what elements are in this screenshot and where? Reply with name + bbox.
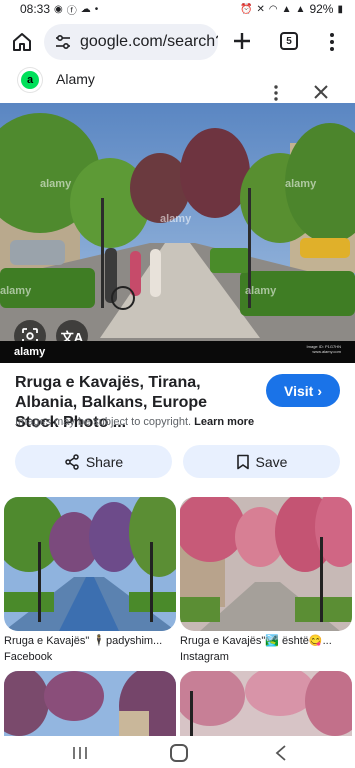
image-brand: alamy — [14, 346, 46, 358]
source-name[interactable]: Alamy — [56, 71, 95, 87]
watermark: alamy — [0, 285, 32, 297]
save-button[interactable]: Save — [183, 445, 340, 478]
overflow-menu-icon[interactable] — [324, 30, 340, 54]
home-icon[interactable] — [10, 30, 34, 54]
related-thumbnail[interactable] — [180, 497, 352, 631]
status-time: 08:33 — [20, 2, 51, 16]
source-header: a Alamy — [0, 64, 355, 101]
alamy-logo: a — [18, 68, 42, 92]
share-icon — [65, 453, 79, 470]
related-photo — [180, 497, 352, 631]
copyright-text: Images may be subject to copyright. — [15, 416, 192, 428]
image-site: www.alamy.com — [312, 349, 341, 354]
image-id-block: Image ID: P1G7HN www.alamy.com — [307, 344, 341, 354]
notification-dot-icon: • — [94, 3, 99, 15]
main-image[interactable]: alamy alamy alamy alamy alamy 文A alamy I… — [0, 103, 355, 363]
site-settings-icon[interactable] — [54, 33, 72, 51]
signal-2-icon: ▲ — [295, 3, 306, 15]
close-icon[interactable] — [312, 83, 330, 101]
image-footer-strip — [0, 341, 355, 363]
facebook-icon: ⓕ — [66, 5, 77, 17]
share-label: Share — [85, 453, 124, 470]
tab-switcher-button[interactable]: 5 — [280, 32, 298, 50]
battery-text: 92% — [309, 2, 334, 16]
home-button[interactable] — [170, 744, 188, 762]
visit-label: Visit — [284, 382, 314, 399]
browser-toolbar: google.com/search? 5 — [0, 22, 355, 62]
signal-icon: ▲ — [281, 3, 292, 15]
related-source: Instagram — [180, 651, 229, 663]
watermark: alamy — [285, 178, 317, 190]
more-options-icon[interactable] — [270, 84, 282, 102]
watermark: alamy — [160, 213, 192, 225]
related-photo — [4, 497, 176, 631]
wifi-icon: ◠ — [268, 3, 278, 15]
system-nav-bar — [0, 736, 355, 768]
status-left: 08:33 ◉ ⓕ ☁ • — [20, 2, 98, 17]
related-thumbnail[interactable] — [4, 497, 176, 631]
chevron-right-icon: › — [317, 382, 322, 399]
recent-apps-icon[interactable] — [72, 746, 88, 760]
related-caption: Rruga e Kavajës"🏞️ është😋... — [180, 635, 332, 647]
related-source: Facebook — [4, 651, 53, 663]
alarm-icon: ⏰ — [240, 3, 253, 15]
battery-icon: ▮ — [337, 3, 343, 15]
visit-button[interactable]: Visit › — [266, 374, 340, 407]
related-image-card[interactable]: Rruga e Kavajës" 🕴️padyshim... Facebook — [4, 497, 176, 667]
alamy-logo-letter: a — [21, 71, 39, 89]
mute-icon: ✕ — [256, 3, 265, 15]
street-photo — [0, 103, 355, 363]
watermark: alamy — [245, 285, 277, 297]
related-image-card[interactable] — [4, 671, 176, 751]
copyright-notice: Images may be subject to copyright. Lear… — [15, 416, 254, 428]
url-text: google.com/search? — [80, 33, 218, 50]
status-right: ⏰ ✕ ◠ ▲ ▲ 92% ▮ — [240, 2, 343, 16]
save-label: Save — [255, 453, 288, 470]
related-image-card[interactable]: Rruga e Kavajës"🏞️ është😋... Instagram — [180, 497, 352, 667]
watermark: alamy — [40, 178, 72, 190]
learn-more-link[interactable]: Learn more — [194, 416, 254, 428]
whatsapp-icon: ◉ — [54, 3, 63, 15]
status-bar: 08:33 ◉ ⓕ ☁ • ⏰ ✕ ◠ ▲ ▲ 92% ▮ — [0, 0, 355, 18]
share-button[interactable]: Share — [15, 445, 172, 478]
bookmark-icon — [236, 454, 249, 469]
new-tab-icon[interactable] — [230, 29, 254, 53]
back-icon[interactable] — [274, 744, 288, 762]
related-image-card[interactable] — [180, 671, 352, 751]
cloud-icon: ☁ — [80, 3, 91, 15]
url-bar[interactable]: google.com/search? — [44, 24, 218, 60]
related-caption: Rruga e Kavajës" 🕴️padyshim... — [4, 635, 163, 647]
